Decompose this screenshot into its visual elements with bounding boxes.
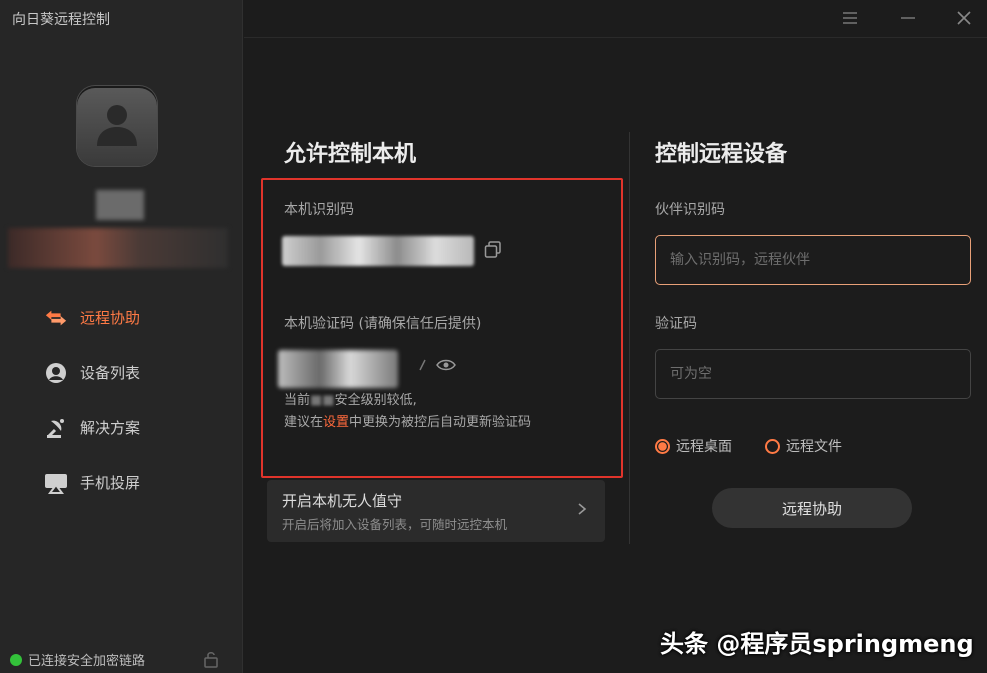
remote-code-field[interactable] <box>655 349 971 399</box>
notice-line1-suffix: 安全级别较低, <box>334 393 417 408</box>
sidebar-item-remote-assist[interactable]: 远程协助 <box>0 290 243 345</box>
sidebar-item-label: 解决方案 <box>80 419 141 437</box>
security-notice: 当前■■安全级别较低, 建议在设置中更换为被控后自动更新验证码 <box>284 390 531 434</box>
avatar[interactable] <box>77 86 157 166</box>
notice-line-1: 当前■■安全级别较低, <box>284 390 531 412</box>
copy-icon[interactable] <box>484 241 502 259</box>
partner-id-label: 伙伴识别码 <box>655 202 725 218</box>
remote-code-input[interactable] <box>656 350 970 398</box>
radio-label: 远程文件 <box>786 439 842 455</box>
sidebar-item-screen-cast[interactable]: 手机投屏 <box>0 455 243 510</box>
close-icon[interactable] <box>954 8 974 28</box>
control-remote-title: 控制远程设备 <box>655 142 788 167</box>
unattended-access-card[interactable]: 开启本机无人值守 开启后将加入设备列表，可随时远控本机 <box>267 480 605 542</box>
lock-icon[interactable] <box>203 650 219 668</box>
eye-icon[interactable] <box>436 357 456 373</box>
watermark: 头条 @程序员springmeng <box>660 630 974 658</box>
status-dot-icon <box>10 653 22 666</box>
settings-link[interactable]: 设置 <box>323 415 349 430</box>
blurred-account <box>8 228 228 268</box>
notice-line2-suffix: 中更换为被控后自动更新验证码 <box>349 415 532 430</box>
radio-unchecked-icon <box>765 438 780 454</box>
remote-assist-icon <box>44 306 68 330</box>
chevron-right-icon <box>578 503 587 515</box>
partner-id-field[interactable] <box>655 235 971 285</box>
device-id-label: 本机识别码 <box>284 202 354 218</box>
sidebar-item-label: 远程协助 <box>80 309 141 327</box>
notice-line1-prefix: 当前 <box>284 393 311 408</box>
menu-icon[interactable] <box>840 8 860 28</box>
status-text: 已连接安全加密链路 <box>28 654 146 669</box>
sidebar-item-device-list[interactable]: 设备列表 <box>0 345 243 400</box>
sidebar-nav: 远程协助 设备列表 解决方案 手机投屏 <box>0 290 243 510</box>
app-title: 向日葵远程控制 <box>12 12 110 28</box>
notice-line-2: 建议在设置中更换为被控后自动更新验证码 <box>284 412 531 434</box>
section-divider <box>629 132 630 544</box>
radio-remote-file[interactable]: 远程文件 <box>765 436 842 456</box>
partner-id-input[interactable] <box>656 236 970 284</box>
connection-status: 已连接安全加密链路 <box>10 650 145 669</box>
radio-checked-icon <box>655 438 670 454</box>
device-list-icon <box>44 361 68 385</box>
blurred-verify-code <box>278 350 398 388</box>
sidebar-item-label: 手机投屏 <box>80 474 141 492</box>
notice-line2-prefix: 建议在 <box>284 415 324 430</box>
remote-code-label: 验证码 <box>655 316 697 332</box>
app-window: 向日葵远程控制 远程协助 设备列表 解决方案 手机投屏 已连接安全加密链路 允许… <box>0 0 987 673</box>
remote-assist-button[interactable]: 远程协助 <box>712 488 912 528</box>
user-icon <box>97 105 137 146</box>
radio-remote-desktop[interactable]: 远程桌面 <box>655 436 732 456</box>
verify-code-label: 本机验证码 (请确保信任后提供) <box>284 316 482 332</box>
minimize-icon[interactable] <box>898 8 918 28</box>
sidebar: 向日葵远程控制 远程协助 设备列表 解决方案 手机投屏 已连接安全加密链路 <box>0 0 243 673</box>
refresh-icon[interactable] <box>412 357 428 373</box>
unattended-desc: 开启后将加入设备列表，可随时远控本机 <box>282 517 508 532</box>
sidebar-item-solution[interactable]: 解决方案 <box>0 400 243 455</box>
unattended-title: 开启本机无人值守 <box>282 492 403 510</box>
blurred-device-id <box>282 236 474 266</box>
title-bar <box>244 0 987 38</box>
allow-control-title: 允许控制本机 <box>284 142 417 167</box>
blurred-username <box>96 190 144 220</box>
solution-icon <box>44 416 68 440</box>
blurred-notice-text: ■■ <box>310 393 335 408</box>
radio-label: 远程桌面 <box>676 439 732 455</box>
screen-cast-icon <box>44 471 68 495</box>
sidebar-item-label: 设备列表 <box>80 364 141 382</box>
